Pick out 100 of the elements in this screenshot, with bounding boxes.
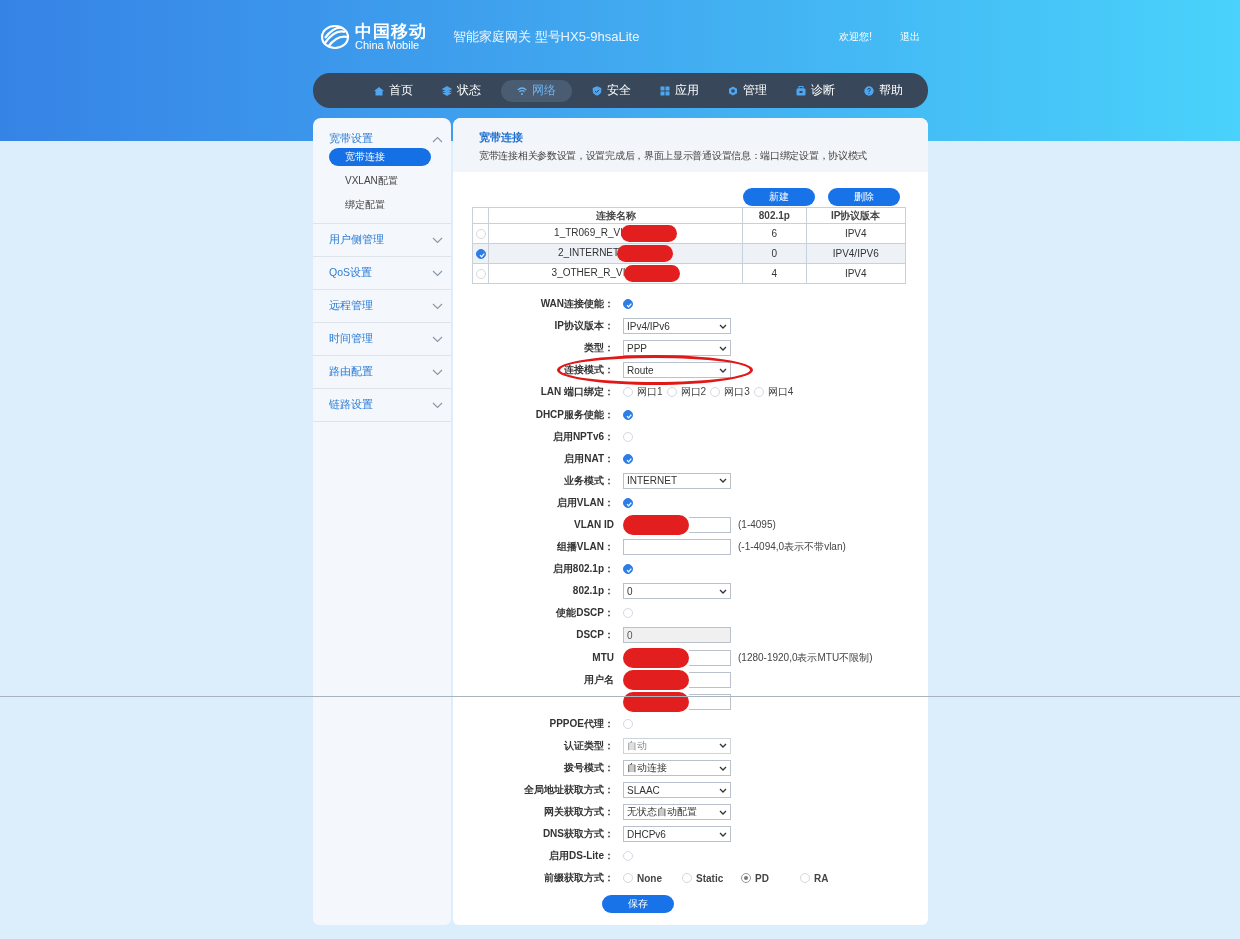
input-field[interactable] — [623, 539, 731, 556]
sidebar-item[interactable]: 绑定配置 — [329, 193, 431, 217]
device-title: 智能家庭网关 型号HX5-9hsaLite — [453, 27, 640, 46]
column-header: 802.1p — [742, 207, 806, 224]
input-field[interactable] — [689, 693, 731, 710]
chevron-down-icon — [432, 368, 443, 376]
group-label: 用户侧管理 — [329, 233, 384, 247]
radio-button[interactable] — [741, 873, 751, 884]
field-hint: (1-4095) — [738, 519, 776, 531]
input-field[interactable] — [689, 517, 731, 533]
field-hint: (1280-1920,0表示MTU不限制) — [738, 650, 873, 665]
field-label: 启用NPTv6： — [551, 429, 614, 444]
panel-description: 宽带连接相关参数设置，设置完成后，界面上显示普通设置信息：端口绑定设置，协议模式 — [479, 149, 868, 163]
sidebar-group[interactable]: 路由配置 — [313, 356, 451, 388]
checkbox[interactable] — [623, 564, 633, 575]
dropdown[interactable]: Route — [623, 362, 731, 379]
option-label: 网口3 — [724, 385, 750, 400]
field-label: WAN连接使能： — [539, 297, 614, 312]
logo-subtitle: China Mobile — [355, 39, 420, 51]
nav-tab[interactable]: 首页 — [365, 79, 422, 102]
nav-tab[interactable]: 管理 — [719, 79, 776, 102]
chevron-down-icon — [432, 302, 443, 310]
toolbox-icon — [796, 85, 806, 96]
logo-name: 中国移动 — [355, 22, 427, 40]
option-label: PD — [755, 873, 769, 884]
field-label: 用户名 — [583, 672, 614, 687]
field-label: 启用802.1p： — [551, 562, 614, 577]
nav-tab[interactable]: 应用 — [651, 79, 708, 102]
field-label: 802.1p： — [571, 584, 614, 599]
field-label: MTU — [591, 652, 614, 664]
chevron-down-icon — [432, 269, 443, 277]
table-cell: 4 — [742, 263, 806, 284]
dropdown[interactable]: SLAAC — [623, 782, 731, 799]
chevron-down-icon — [432, 401, 443, 409]
wifi-icon — [517, 85, 527, 96]
caret-icon — [719, 478, 727, 484]
help-icon — [864, 85, 874, 96]
nav-tab[interactable]: 诊断 — [787, 79, 844, 102]
sidebar-item[interactable]: VXLAN配置 — [329, 169, 431, 193]
save-button[interactable]: 保存 — [602, 894, 674, 913]
group-label: 宽带设置 — [329, 132, 373, 146]
option-label: None — [637, 873, 662, 884]
sidebar-group[interactable]: 时间管理 — [313, 323, 451, 355]
shield-icon — [592, 85, 602, 96]
checkbox[interactable] — [623, 299, 633, 310]
dropdown[interactable]: IPv4/IPv6 — [623, 318, 731, 335]
dropdown[interactable]: DHCPv6 — [623, 826, 731, 843]
sidebar-item[interactable]: 宽带连接 — [329, 148, 431, 166]
field-label: 使能DSCP： — [555, 606, 614, 621]
grid-icon — [660, 85, 670, 96]
dropdown[interactable]: PPP — [623, 340, 731, 357]
group-label: 远程管理 — [329, 299, 373, 313]
sidebar-group[interactable]: 链路设置 — [313, 389, 451, 421]
nav-tab[interactable]: 帮助 — [855, 79, 912, 102]
chevron-down-icon — [432, 335, 443, 343]
field-label: DNS获取方式： — [541, 827, 614, 842]
table-cell: IPV4 — [806, 223, 906, 244]
dropdown[interactable]: 0 — [623, 583, 731, 600]
caret-icon — [719, 809, 727, 815]
dropdown[interactable]: INTERNET — [623, 472, 731, 489]
caret-icon — [719, 588, 727, 594]
action-button[interactable]: 新建 — [743, 188, 815, 206]
caret-icon — [719, 323, 727, 329]
checkbox[interactable] — [623, 497, 633, 508]
sidebar-group[interactable]: 用户侧管理 — [313, 224, 451, 256]
option-label: 网口2 — [680, 385, 707, 400]
caret-icon — [719, 345, 727, 351]
nav-tab[interactable]: 安全 — [583, 79, 640, 102]
sidebar-group[interactable]: 远程管理 — [313, 290, 451, 322]
field-label: 启用DS-Lite： — [548, 849, 614, 864]
action-button[interactable]: 删除 — [828, 188, 900, 206]
field-label: DHCP服务使能： — [534, 407, 614, 422]
field-label: 组播VLAN： — [555, 540, 614, 555]
caret-icon — [719, 367, 727, 373]
input-field[interactable] — [689, 649, 731, 666]
layers-icon — [442, 85, 452, 96]
field-label: LAN 端口绑定： — [539, 385, 614, 400]
sidebar-group[interactable]: 宽带设置 — [313, 132, 451, 146]
table-cell: 1_TR069_R_VI — [554, 227, 624, 239]
row-radio[interactable] — [475, 249, 486, 260]
settings-icon — [728, 85, 738, 96]
checkbox[interactable] — [623, 453, 633, 464]
column-header: 连接名称 — [488, 207, 743, 224]
field-label: 连接模式： — [563, 363, 614, 378]
nav-tab[interactable]: 状态 — [433, 79, 490, 102]
field-label: 网关获取方式： — [543, 805, 614, 820]
field-label: 类型： — [583, 341, 614, 356]
sidebar-group[interactable]: QoS设置 — [313, 257, 451, 289]
field-label: 业务模式： — [563, 473, 614, 488]
field-label: VLAN ID — [573, 519, 614, 531]
dropdown[interactable]: 无状态自动配置 — [623, 804, 731, 821]
field-label: PPPOE代理： — [548, 716, 614, 731]
checkbox[interactable] — [623, 409, 633, 420]
dropdown[interactable]: 自动连接 — [623, 760, 731, 776]
logo-icon — [320, 22, 350, 51]
input-field[interactable] — [689, 671, 731, 688]
chevron-down-icon — [432, 236, 443, 244]
option-label: 网口4 — [767, 385, 794, 400]
table-cell: 3_OTHER_R_VI — [551, 267, 626, 279]
field-label: IP协议版本： — [553, 319, 614, 334]
